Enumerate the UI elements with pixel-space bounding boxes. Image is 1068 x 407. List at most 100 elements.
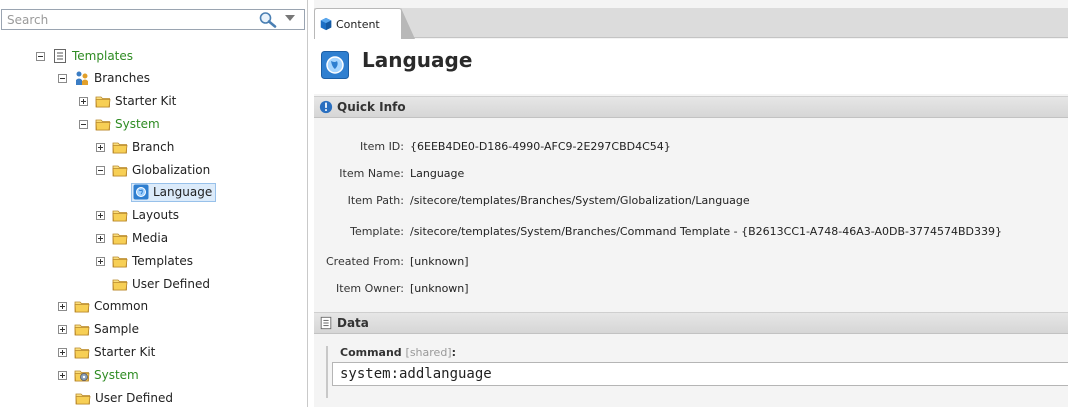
tree-node-label: Media	[132, 231, 169, 245]
field-key: Created From:	[326, 254, 404, 268]
tree-node-common[interactable]: Common	[58, 295, 148, 317]
tree-node-branches[interactable]: Branches	[58, 67, 150, 89]
field-value[interactable]: /sitecore/templates/Branches/System/Glob…	[410, 194, 750, 207]
tree-node-label: Globalization	[132, 163, 211, 177]
command-input[interactable]: system:addlanguage	[332, 362, 1068, 386]
item-path-row: Item Path: /sitecore/templates/Branches/…	[314, 190, 1068, 210]
command-value: system:addlanguage	[340, 366, 492, 382]
field-key: Item Path:	[347, 193, 404, 207]
tree-node-label: Branch	[132, 140, 175, 154]
globe-icon	[133, 184, 149, 200]
field-label-name: Command	[340, 346, 402, 359]
folder-icon	[112, 165, 128, 177]
field-key: Item ID:	[360, 139, 404, 153]
folder-icon	[95, 119, 111, 131]
item-id-row: Item ID: {6EEB4DE0-D186-4990-AFC9-2E297C…	[314, 136, 1068, 156]
tab-label: Content	[336, 17, 380, 31]
tree-node-label: Starter Kit	[94, 345, 156, 359]
quick-info-section-header[interactable]: Quick Info	[314, 96, 1068, 118]
tree-node-label: Templates	[72, 49, 134, 63]
collapse-icon[interactable]	[79, 119, 88, 129]
expand-icon[interactable]	[58, 324, 67, 334]
tree-node-label: System	[115, 117, 160, 131]
cube-icon	[320, 17, 332, 31]
field-label-colon: :	[451, 346, 456, 359]
tree-node-starter-kit[interactable]: Starter Kit	[79, 90, 176, 112]
item-owner-row: Item Owner: [unknown]	[314, 278, 1068, 298]
tree-node-label: User Defined	[132, 277, 210, 291]
folder-icon	[112, 142, 128, 154]
tree-node-system[interactable]: System	[58, 364, 139, 386]
tab-content[interactable]: Content	[314, 8, 415, 39]
selected-item[interactable]: Language	[131, 182, 217, 202]
tree-node-label: Common	[94, 299, 149, 313]
system-folder-icon	[74, 370, 90, 382]
tree-node-label: Layouts	[132, 208, 180, 222]
tree-node-label: Language	[153, 185, 213, 199]
field-value[interactable]: [unknown]	[410, 282, 469, 295]
field-value[interactable]: [unknown]	[410, 255, 469, 268]
tree-node-label: Starter Kit	[115, 94, 177, 108]
expand-icon[interactable]	[96, 210, 105, 220]
field-key: Item Owner:	[336, 281, 404, 295]
collapse-icon[interactable]	[96, 165, 105, 175]
data-section-header[interactable]: Data	[314, 312, 1068, 334]
collapse-icon[interactable]	[58, 73, 67, 83]
tree-node-label: System	[94, 368, 139, 382]
search-options-dropdown-icon[interactable]	[285, 15, 295, 21]
field-value[interactable]: Language	[410, 167, 464, 180]
field-key: Template:	[350, 224, 404, 238]
field-value[interactable]: {6EEB4DE0-D186-4990-AFC9-2E297CBD4C54}	[410, 140, 671, 153]
shared-tag: [shared]	[405, 346, 452, 359]
expand-icon[interactable]	[96, 233, 105, 243]
folder-icon	[112, 256, 128, 268]
tree-node-branch[interactable]: Branch	[96, 136, 174, 158]
folder-icon	[74, 301, 90, 313]
collapse-icon[interactable]	[36, 51, 45, 61]
tree-node-media[interactable]: Media	[96, 227, 168, 249]
info-icon	[319, 100, 333, 114]
content-tree-pane: Templates Branches Starter Kit System Br…	[0, 0, 308, 407]
section-title: Data	[337, 316, 369, 330]
data-section-body: Command [shared]: system:addlanguage	[314, 339, 1068, 407]
content-editor-pane: Content Language Quick Info Item ID: {6E…	[314, 0, 1068, 407]
tree-node-templates[interactable]: Templates	[36, 45, 133, 67]
tree-node-templates-sub[interactable]: Templates	[96, 250, 193, 272]
tree-node-user-defined[interactable]: User Defined	[112, 273, 210, 295]
tree-node-label: Sample	[94, 322, 139, 336]
tree-node-user-defined[interactable]: User Defined	[75, 387, 173, 407]
tree-node-system[interactable]: System	[79, 113, 160, 135]
tree-node-layouts[interactable]: Layouts	[96, 204, 179, 226]
command-field: Command [shared]: system:addlanguage	[326, 346, 1068, 398]
branches-icon	[76, 71, 88, 85]
tab-bar: Content	[314, 8, 1068, 39]
search-input[interactable]	[2, 10, 252, 29]
expand-icon[interactable]	[96, 256, 105, 266]
tree-node-globalization[interactable]: Globalization	[96, 159, 210, 181]
template-folder-icon	[54, 49, 66, 63]
tree-node-label: Branches	[94, 71, 150, 85]
tree-node-language[interactable]: Language	[131, 181, 217, 203]
globe-icon	[321, 51, 349, 79]
folder-icon	[95, 96, 111, 108]
folder-icon	[112, 233, 128, 245]
page-title: Language	[362, 48, 473, 72]
template-link[interactable]: /sitecore/templates/System/Branches/Comm…	[410, 225, 1002, 238]
tree-node-starter-kit[interactable]: Starter Kit	[58, 341, 155, 363]
expand-icon[interactable]	[58, 370, 67, 380]
section-title: Quick Info	[337, 100, 406, 114]
expand-icon[interactable]	[58, 301, 67, 311]
search-icon[interactable]	[258, 11, 278, 28]
tree-node-label: Templates	[132, 254, 194, 268]
template-row: Template: /sitecore/templates/System/Bra…	[314, 221, 1068, 241]
item-header: Language	[314, 39, 1068, 94]
folder-icon	[74, 324, 90, 336]
data-icon	[320, 316, 332, 330]
tree-node-sample[interactable]: Sample	[58, 318, 139, 340]
expand-icon[interactable]	[58, 347, 67, 357]
expand-icon[interactable]	[79, 96, 88, 106]
field-key: Item Name:	[339, 166, 404, 180]
expand-icon[interactable]	[96, 142, 105, 152]
folder-icon	[112, 279, 128, 291]
folder-icon	[112, 210, 128, 222]
